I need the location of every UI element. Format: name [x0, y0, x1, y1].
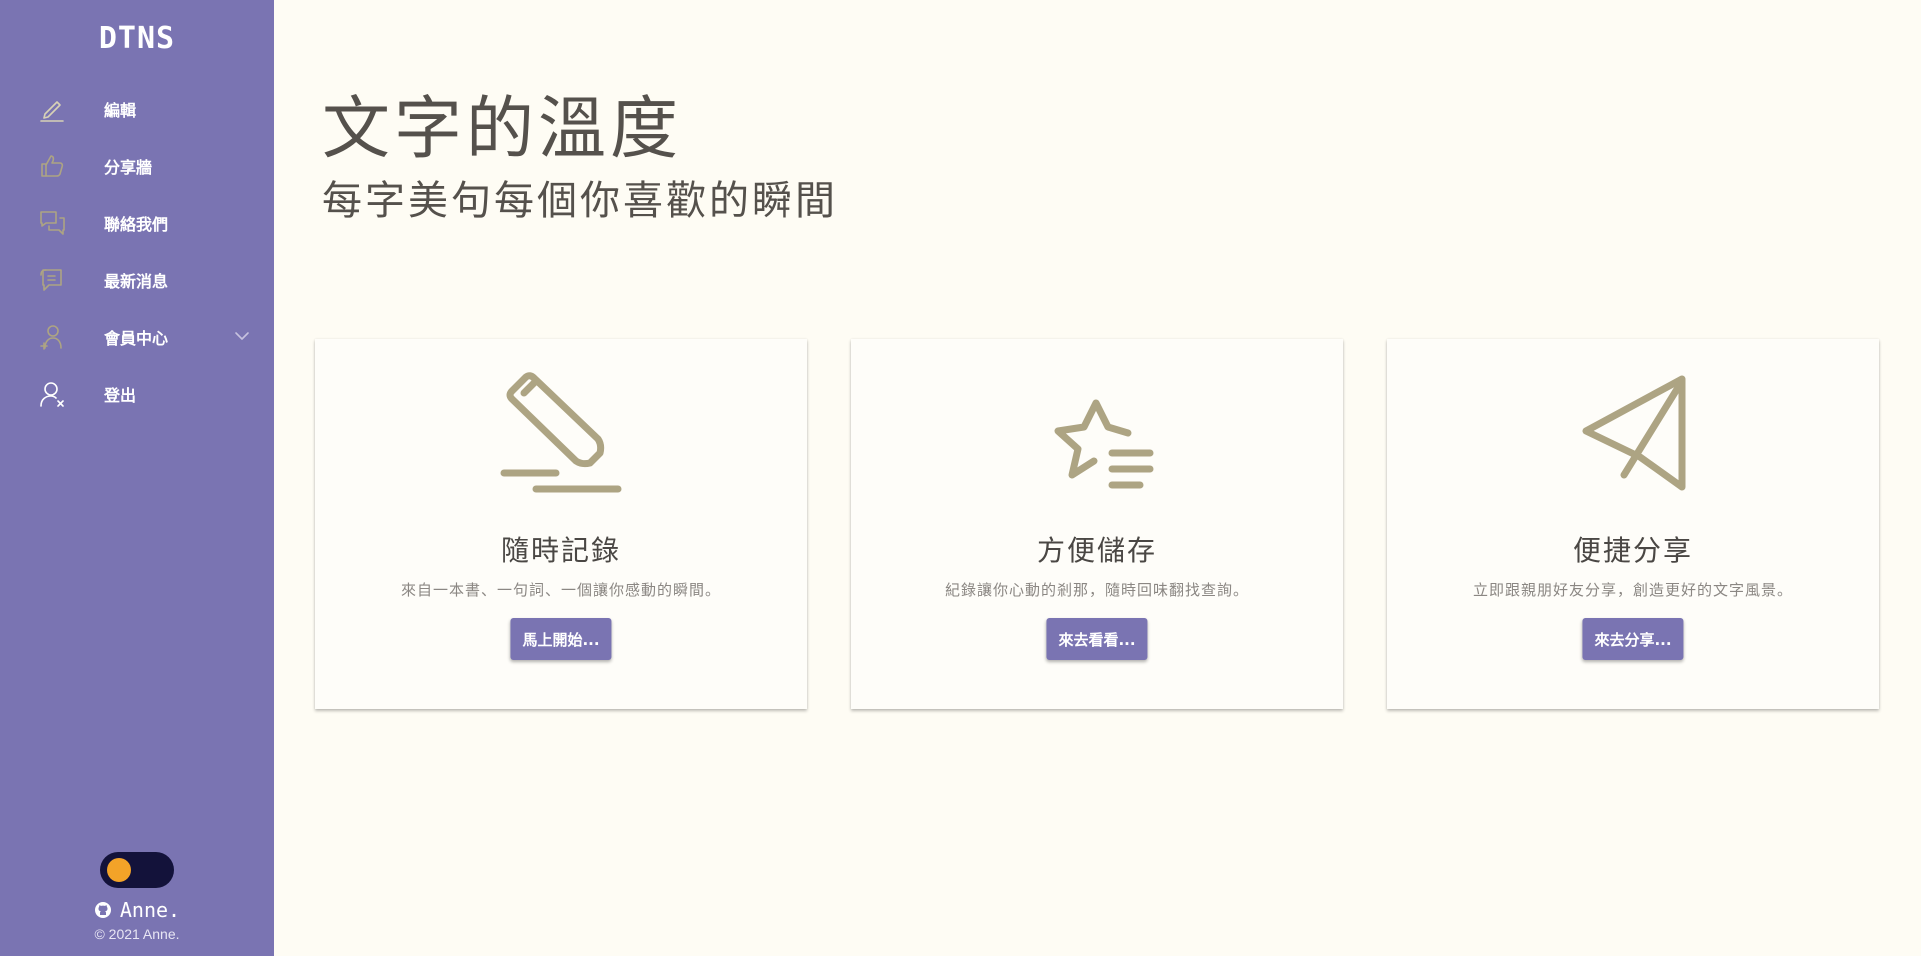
- hero-title: 文字的溫度: [322, 90, 683, 169]
- sidebar: DTNS 編輯 分享牆 聯絡我們 最新消息 會員中心 登出 Anne. © 20…: [0, 0, 274, 956]
- pencil-icon: [315, 369, 807, 499]
- card-title: 隨時記錄: [500, 534, 621, 567]
- sidebar-item-label: 登出: [104, 385, 137, 405]
- card-description: 紀錄讓你心動的剎那，隨時回味翻找查詢。: [944, 581, 1249, 599]
- pencil-icon: [36, 93, 68, 125]
- footer-user-name: Anne.: [119, 898, 181, 922]
- feature-card-share: 便捷分享 立即跟親朋好友分享，創造更好的文字風景。 來去分享...: [1387, 339, 1879, 709]
- add-user-icon: [36, 321, 68, 353]
- app: DTNS 編輯 分享牆 聯絡我們 最新消息 會員中心 登出 Anne. © 20…: [0, 0, 1921, 956]
- footer-user[interactable]: Anne.: [0, 898, 274, 922]
- hero-subtitle: 每字美句每個你喜歡的瞬間: [322, 178, 838, 224]
- sidebar-item-share-wall[interactable]: 分享牆: [0, 137, 274, 194]
- card-title: 便捷分享: [1572, 534, 1693, 567]
- sidebar-item-label: 會員中心: [104, 328, 169, 348]
- go-see-button[interactable]: 來去看看...: [1046, 618, 1148, 660]
- sidebar-item-contact[interactable]: 聯絡我們: [0, 194, 274, 251]
- thumbs-up-icon: [36, 150, 68, 182]
- chevron-down-icon[interactable]: [234, 328, 250, 344]
- main-content: 文字的溫度 每字美句每個你喜歡的瞬間 隨時記錄 來自一本書、一句詞、一個讓你感動…: [274, 0, 1921, 956]
- sidebar-item-label: 分享牆: [104, 157, 153, 177]
- card-description: 來自一本書、一句詞、一個讓你感動的瞬間。: [400, 581, 721, 599]
- sidebar-item-news[interactable]: 最新消息: [0, 251, 274, 308]
- sidebar-item-label: 編輯: [104, 100, 137, 120]
- sidebar-item-edit[interactable]: 編輯: [0, 80, 274, 137]
- go-share-button[interactable]: 來去分享...: [1582, 618, 1684, 660]
- card-title: 方便儲存: [1036, 534, 1157, 567]
- star-list-icon: [851, 369, 1343, 499]
- github-icon: [94, 901, 111, 918]
- chat-bubbles-icon: [36, 207, 68, 239]
- sidebar-nav: 編輯 分享牆 聯絡我們 最新消息 會員中心 登出: [0, 80, 274, 422]
- message-icon: [36, 264, 68, 296]
- toggle-knob: [107, 858, 131, 882]
- user-logout-icon: [36, 378, 68, 410]
- card-description: 立即跟親朋好友分享，創造更好的文字風景。: [1472, 581, 1793, 599]
- sidebar-item-member-center[interactable]: 會員中心: [0, 308, 274, 365]
- sidebar-item-logout[interactable]: 登出: [0, 365, 274, 422]
- feature-card-store: 方便儲存 紀錄讓你心動的剎那，隨時回味翻找查詢。 來去看看...: [851, 339, 1343, 709]
- sidebar-item-label: 最新消息: [104, 271, 169, 291]
- start-now-button[interactable]: 馬上開始...: [510, 618, 612, 660]
- feature-card-record: 隨時記錄 來自一本書、一句詞、一個讓你感動的瞬間。 馬上開始...: [315, 339, 807, 709]
- brand-logo[interactable]: DTNS: [0, 20, 274, 58]
- sidebar-item-label: 聯絡我們: [104, 214, 169, 234]
- theme-toggle[interactable]: [100, 852, 174, 888]
- send-icon: [1387, 369, 1879, 499]
- copyright: © 2021 Anne.: [94, 926, 180, 942]
